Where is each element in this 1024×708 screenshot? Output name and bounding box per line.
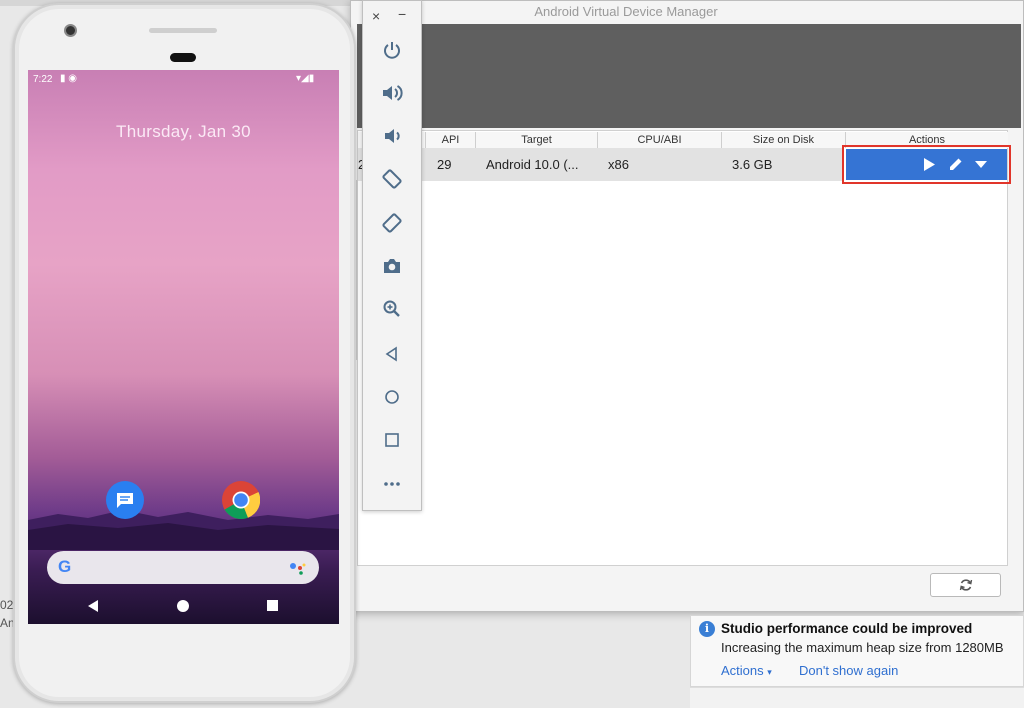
notification-body: Increasing the maximum heap size from 12… (721, 640, 1004, 655)
volume-up-icon[interactable] (377, 78, 407, 108)
column-header-target[interactable]: Target (476, 132, 598, 148)
zoom-icon[interactable] (377, 294, 407, 324)
refresh-button[interactable] (930, 573, 1001, 597)
volume-down-icon[interactable] (377, 121, 407, 151)
nav-overview-icon[interactable] (267, 600, 278, 611)
messages-app-icon[interactable] (106, 481, 144, 519)
google-logo-icon: G (58, 557, 72, 576)
avd-header-panel (357, 24, 1021, 128)
front-camera (64, 24, 77, 37)
assistant-icon[interactable] (289, 561, 307, 575)
dont-show-again-link[interactable]: Don't show again (799, 663, 898, 678)
notification-title: Studio performance could be improved (721, 621, 973, 636)
api-cell: 29 (437, 157, 452, 172)
back-icon[interactable] (377, 339, 407, 369)
earpiece-speaker (149, 28, 217, 33)
window-title: Android Virtual Device Manager (534, 4, 718, 19)
refresh-icon (959, 579, 972, 591)
actions-label: Actions (721, 663, 764, 678)
nav-back-icon[interactable] (85, 598, 101, 614)
notification-actions-link[interactable]: Actions ▾ (721, 663, 772, 678)
google-search-bar[interactable]: G (47, 551, 319, 584)
rotate-right-icon[interactable] (377, 208, 407, 238)
status-time: 7:22 (33, 74, 53, 85)
chevron-down-icon: ▾ (767, 667, 772, 677)
more-icon[interactable] (377, 469, 407, 499)
signal-battery-icons: ▾◢▮ (296, 73, 315, 84)
wallpaper-mountains (28, 510, 339, 550)
column-header-size[interactable]: Size on Disk (722, 132, 846, 148)
close-icon[interactable]: × (372, 8, 380, 24)
target-cell: Android 10.0 (... (486, 157, 579, 172)
edit-icon[interactable] (945, 152, 967, 176)
play-icon[interactable] (918, 152, 940, 176)
proximity-sensor (170, 53, 196, 62)
cpu-abi-cell: x86 (608, 157, 629, 172)
rotate-left-icon[interactable] (377, 164, 407, 194)
device-table (357, 130, 1008, 566)
power-icon[interactable] (377, 35, 407, 65)
notification-next-panel (690, 687, 1024, 708)
ide-text-fragment: 02 (0, 598, 14, 612)
info-icon: i (699, 621, 715, 637)
dropdown-arrow-icon[interactable] (970, 152, 992, 176)
minimize-icon[interactable]: − (398, 6, 406, 22)
column-header-api[interactable]: API (426, 132, 476, 148)
chrome-app-icon[interactable] (222, 481, 261, 520)
date-widget[interactable]: Thursday, Jan 30 (28, 122, 339, 142)
home-icon[interactable] (377, 382, 407, 412)
column-header-cpu-abi[interactable]: CPU/ABI (598, 132, 722, 148)
nav-home-icon[interactable] (177, 600, 189, 612)
size-cell: 3.6 GB (732, 157, 773, 172)
camera-icon[interactable] (377, 251, 407, 281)
notification-icons: ▮ ◉ (60, 73, 78, 84)
overview-icon[interactable] (377, 425, 407, 455)
